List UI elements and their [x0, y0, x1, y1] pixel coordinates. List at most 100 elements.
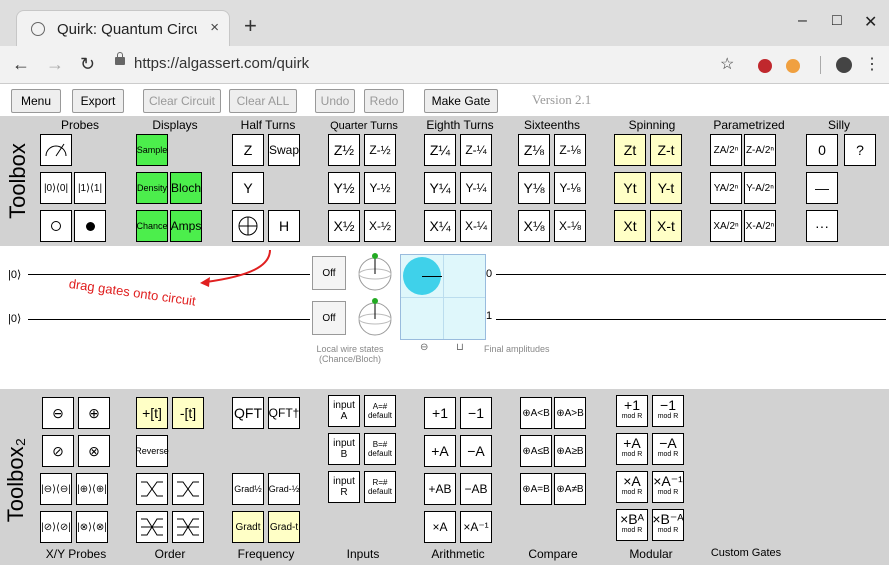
- y-eighth-gate[interactable]: Y⅛: [518, 172, 550, 204]
- question-gate[interactable]: ?: [844, 134, 876, 166]
- z-minus-t-gate[interactable]: Z-t: [650, 134, 682, 166]
- z-param-gate[interactable]: ZA/2ⁿ: [710, 134, 742, 166]
- x-plus-control-gate[interactable]: ⊕: [78, 397, 110, 429]
- add-ab-gate[interactable]: +AB: [424, 473, 456, 505]
- x-minus-eighth-gate[interactable]: X-⅛: [554, 210, 586, 242]
- adblock-extension-icon[interactable]: [758, 59, 772, 73]
- z-minus-half-gate[interactable]: Z-½: [364, 134, 396, 166]
- x-eighth-gate[interactable]: X⅛: [518, 210, 550, 242]
- decrement-gate[interactable]: −1: [460, 397, 492, 429]
- grad-t-gate[interactable]: Gradt: [232, 511, 264, 543]
- zero-gate[interactable]: 0: [806, 134, 838, 166]
- rotate-bits-left-gate[interactable]: [136, 511, 168, 543]
- y-minus-param-gate[interactable]: Y-A/2ⁿ: [744, 172, 776, 204]
- mod-increment-gate[interactable]: +1 mod R: [616, 395, 648, 427]
- x-half-gate[interactable]: X½: [328, 210, 360, 242]
- x-quarter-gate[interactable]: X¼: [424, 210, 456, 242]
- tab-close-icon[interactable]: ×: [210, 19, 219, 36]
- x-plus-probe-gate[interactable]: |⊕⟩⟨⊕|: [76, 473, 108, 505]
- x-minus-t-gate[interactable]: X-t: [650, 210, 682, 242]
- input-b-gate[interactable]: input B: [328, 433, 360, 465]
- interleave-gate[interactable]: [136, 473, 168, 505]
- url-field[interactable]: https://algassert.com/quirk: [112, 52, 752, 78]
- export-button[interactable]: Export: [72, 89, 124, 113]
- probe-one-gate[interactable]: |1⟩⟨1|: [74, 172, 106, 204]
- control-on-gate[interactable]: [74, 210, 106, 242]
- forward-arrow-icon[interactable]: →: [46, 54, 64, 75]
- minimize-icon[interactable]: ‒: [798, 12, 807, 30]
- y-minus-quarter-gate[interactable]: Y-¼: [460, 172, 492, 204]
- cycle-minus-t-gate[interactable]: -[t]: [172, 397, 204, 429]
- x-minus-probe-gate[interactable]: |⊖⟩⟨⊖|: [40, 473, 72, 505]
- y-plus-probe-gate[interactable]: |⊗⟩⟨⊗|: [76, 511, 108, 543]
- mod-multiply-b-pow-a-gate[interactable]: ×Bᴬ mod R: [616, 509, 648, 541]
- subtract-a-gate[interactable]: −A: [460, 435, 492, 467]
- add-a-gate[interactable]: +A: [424, 435, 456, 467]
- set-b-default-gate[interactable]: B=# default: [364, 433, 396, 465]
- redo-button[interactable]: Redo: [364, 89, 404, 113]
- mod-add-a-gate[interactable]: +A mod R: [616, 433, 648, 465]
- set-r-default-gate[interactable]: R=# default: [364, 471, 396, 503]
- z-minus-eighth-gate[interactable]: Z-⅛: [554, 134, 586, 166]
- x-minus-control-gate[interactable]: ⊖: [42, 397, 74, 429]
- ellipsis-gate[interactable]: ···: [806, 210, 838, 242]
- window-close-icon[interactable]: ✕: [864, 12, 877, 32]
- y-minus-half-gate[interactable]: Y-½: [364, 172, 396, 204]
- z-half-gate[interactable]: Z½: [328, 134, 360, 166]
- multiply-a-gate[interactable]: ×A: [424, 511, 456, 543]
- reverse-gate[interactable]: Reverse: [135, 435, 169, 467]
- x-minus-param-gate[interactable]: X-A/2ⁿ: [744, 210, 776, 242]
- spacer-gate[interactable]: —: [806, 172, 838, 204]
- cycle-plus-t-gate[interactable]: +[t]: [136, 397, 168, 429]
- zt-gate[interactable]: Zt: [614, 134, 646, 166]
- new-tab-button[interactable]: +: [244, 15, 257, 37]
- h-gate[interactable]: H: [268, 210, 300, 242]
- amp-size-icon[interactable]: ⊔: [456, 342, 464, 353]
- chance-display-gate[interactable]: Chance: [136, 210, 168, 242]
- compare-lt-gate[interactable]: ⊕A<B: [520, 397, 552, 429]
- mod-decrement-gate[interactable]: −1 mod R: [652, 395, 684, 427]
- z-eighth-gate[interactable]: Z⅛: [518, 134, 550, 166]
- z-quarter-gate[interactable]: Z¼: [424, 134, 456, 166]
- mod-multiply-a-gate[interactable]: ×A mod R: [616, 471, 648, 503]
- y-quarter-gate[interactable]: Y¼: [424, 172, 456, 204]
- deinterleave-gate[interactable]: [172, 473, 204, 505]
- swap-gate[interactable]: Swap: [268, 134, 300, 166]
- z-minus-quarter-gate[interactable]: Z-¼: [460, 134, 492, 166]
- probe-zero-gate[interactable]: |0⟩⟨0|: [40, 172, 72, 204]
- menu-button[interactable]: Menu: [11, 89, 61, 113]
- qft-gate[interactable]: QFT: [232, 397, 264, 429]
- compare-le-gate[interactable]: ⊕A≤B: [520, 435, 552, 467]
- measurement-gate[interactable]: [40, 134, 72, 166]
- sample-display-gate[interactable]: Sample: [136, 134, 168, 166]
- y-half-gate[interactable]: Y½: [328, 172, 360, 204]
- xt-gate[interactable]: Xt: [614, 210, 646, 242]
- mod-multiply-a-inverse-gate[interactable]: ×A⁻¹ mod R: [652, 471, 684, 503]
- compare-eq-gate[interactable]: ⊕A=B: [520, 473, 552, 505]
- x-gate[interactable]: [232, 210, 264, 242]
- x-minus-half-gate[interactable]: X-½: [364, 210, 396, 242]
- yt-gate[interactable]: Yt: [614, 172, 646, 204]
- x-minus-quarter-gate[interactable]: X-¼: [460, 210, 492, 242]
- y-minus-eighth-gate[interactable]: Y-⅛: [554, 172, 586, 204]
- clear-circuit-button[interactable]: Clear Circuit: [143, 89, 221, 113]
- browser-menu-icon[interactable]: ⋮: [864, 54, 880, 74]
- maximize-icon[interactable]: □: [832, 12, 842, 30]
- subtract-ab-gate[interactable]: −AB: [460, 473, 492, 505]
- amp-zoom-icon[interactable]: ⊖: [420, 342, 428, 353]
- y-plus-control-gate[interactable]: ⊗: [78, 435, 110, 467]
- bloch-display-gate[interactable]: Bloch: [170, 172, 202, 204]
- compare-ne-gate[interactable]: ⊕A≠B: [554, 473, 586, 505]
- compare-gt-gate[interactable]: ⊕A>B: [554, 397, 586, 429]
- y-minus-t-gate[interactable]: Y-t: [650, 172, 682, 204]
- circuit-area[interactable]: |0⟩ |0⟩ Off Off 0 1 ⊖ ⊔ Final amplitudes…: [0, 246, 889, 389]
- make-gate-button[interactable]: Make Gate: [424, 89, 498, 113]
- z-gate[interactable]: Z: [232, 134, 264, 166]
- density-display-gate[interactable]: Density: [136, 172, 168, 204]
- y-minus-control-gate[interactable]: ⊘: [42, 435, 74, 467]
- mod-subtract-a-gate[interactable]: −A mod R: [652, 433, 684, 465]
- qft-dagger-gate[interactable]: QFT†: [268, 397, 300, 429]
- clear-all-button[interactable]: Clear ALL: [229, 89, 297, 113]
- input-a-gate[interactable]: input A: [328, 395, 360, 427]
- multiply-a-inverse-gate[interactable]: ×A⁻¹: [460, 511, 492, 543]
